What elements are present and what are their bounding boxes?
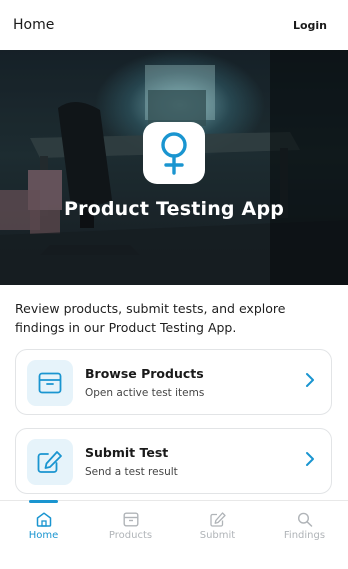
nav-label: Findings	[283, 530, 326, 541]
female-symbol-icon	[161, 132, 187, 175]
card-icon-container	[27, 360, 73, 406]
search-icon	[297, 512, 312, 527]
card-subtitle: Send a test result	[85, 466, 178, 478]
active-tab-indicator	[29, 500, 58, 503]
nav-item-home[interactable]: Home	[0, 500, 87, 548]
card-subtitle: Open active test items	[85, 387, 205, 399]
login-button[interactable]: Login	[293, 19, 327, 32]
box-icon	[38, 372, 62, 394]
card-title: Browse Products	[85, 366, 204, 381]
nav-label: Products	[108, 530, 153, 541]
chevron-right-icon	[306, 452, 314, 466]
card-title: Submit Test	[85, 445, 169, 460]
hero-title: Product Testing App	[63, 198, 285, 220]
intro-text: Review products, submit tests, and explo…	[15, 301, 286, 335]
bottom-navigation: Home Products Submit Findings	[0, 500, 348, 548]
chevron-right-icon	[306, 373, 314, 387]
app-logo	[143, 122, 205, 184]
edit-icon	[209, 512, 226, 527]
nav-item-submit[interactable]: Submit	[174, 501, 261, 548]
card-icon-container	[27, 439, 73, 485]
page-title: Home	[13, 17, 55, 33]
box-icon	[123, 512, 139, 527]
app-screen: Home Login Product Testing App Review pr…	[0, 0, 348, 569]
nav-label: Home	[28, 530, 59, 541]
hero-banner: Product Testing App	[0, 50, 348, 285]
top-header: Home Login	[0, 0, 348, 50]
edit-icon	[37, 451, 62, 473]
submit-test-card[interactable]: Submit Test Send a test result	[15, 428, 332, 494]
nav-label: Submit	[199, 530, 236, 541]
nav-item-products[interactable]: Products	[87, 501, 174, 548]
nav-item-findings[interactable]: Findings	[261, 501, 348, 548]
home-icon	[36, 512, 51, 527]
browse-products-card[interactable]: Browse Products Open active test items	[15, 349, 332, 415]
